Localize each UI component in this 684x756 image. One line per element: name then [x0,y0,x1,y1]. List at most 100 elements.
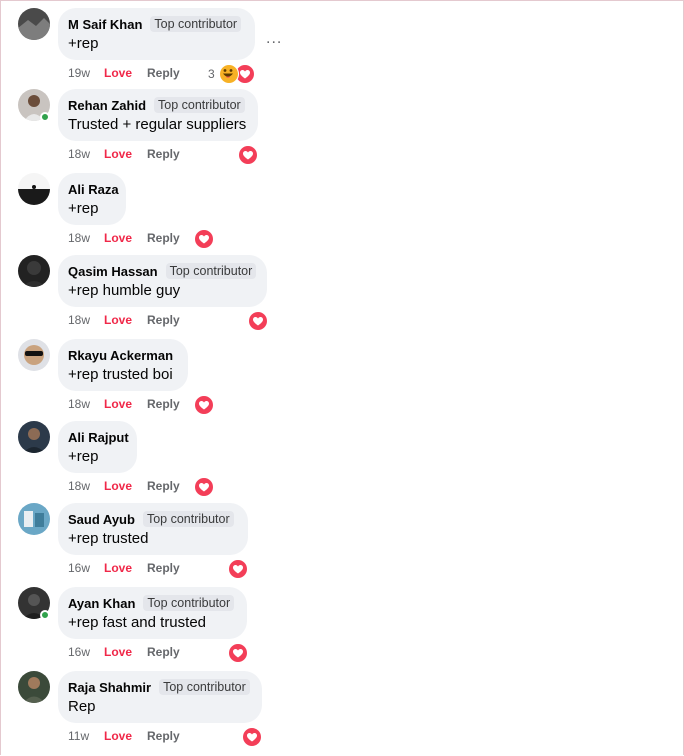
comment-bubble: M Saif Khan Top contributor +rep [58,8,255,60]
heart-icon [228,643,248,663]
commenter-name[interactable]: Ali Raza [68,182,119,197]
reaction-summary[interactable] [248,311,268,331]
reaction-summary[interactable] [194,477,214,497]
comment-timestamp[interactable]: 18w [68,397,104,411]
comment-text: +rep [68,448,99,465]
comment-actions: 18w Love Reply [68,479,180,493]
love-button[interactable]: Love [104,729,147,743]
reaction-summary[interactable] [242,727,262,747]
top-contributor-badge: Top contributor [165,263,257,279]
reply-button[interactable]: Reply [147,479,180,493]
commenter-name[interactable]: Saud Ayub [68,512,135,527]
heart-icon [238,145,258,165]
comment-actions: 18w Love Reply [68,147,180,161]
reaction-summary[interactable] [194,395,214,415]
comment-actions: 16w Love Reply [68,561,180,575]
comment-timestamp[interactable]: 16w [68,645,104,659]
comment-header: M Saif Khan Top contributor [68,15,243,33]
comment-text: +rep [68,35,99,52]
comment-text: +rep trusted [68,530,149,547]
commenter-name[interactable]: Raja Shahmir [68,680,151,695]
heart-icon [248,311,268,331]
comment-bubble: Raja Shahmir Top contributor Rep [58,671,262,723]
top-contributor-badge: Top contributor [143,595,235,611]
commenter-name[interactable]: Ayan Khan [68,596,135,611]
avatar[interactable] [18,503,50,535]
commenter-name[interactable]: Qasim Hassan [68,264,158,279]
commenter-name[interactable]: M Saif Khan [68,17,142,32]
online-status-dot [40,112,50,122]
commenter-name[interactable]: Ali Rajput [68,430,129,445]
love-button[interactable]: Love [104,231,147,245]
avatar[interactable] [18,421,50,453]
love-button[interactable]: Love [104,561,147,575]
avatar[interactable] [18,255,50,287]
avatar[interactable] [18,671,50,703]
reply-button[interactable]: Reply [147,645,180,659]
comment-text: +rep trusted boi [68,366,173,383]
comment-actions: 16w Love Reply [68,645,180,659]
comment-text: Trusted + regular suppliers [68,116,247,133]
reaction-summary[interactable]: 3 [208,64,255,84]
comment-header: Rkayu Ackerman [68,346,176,364]
comment-timestamp[interactable]: 18w [68,231,104,245]
commenter-name[interactable]: Rkayu Ackerman [68,348,173,363]
avatar[interactable] [18,339,50,371]
comment-timestamp[interactable]: 11w [68,729,104,743]
top-contributor-badge: Top contributor [142,511,234,527]
more-options-icon[interactable]: ... [266,30,282,48]
heart-icon [228,559,248,579]
heart-icon [242,727,262,747]
comment-timestamp[interactable]: 19w [68,66,104,80]
avatar[interactable] [18,173,50,205]
comment-timestamp[interactable]: 18w [68,313,104,327]
comment-bubble: Ali Raza +rep [58,173,126,225]
love-button[interactable]: Love [104,313,147,327]
love-button[interactable]: Love [104,397,147,411]
comment-timestamp[interactable]: 16w [68,561,104,575]
comment-bubble: Ali Rajput +rep [58,421,137,473]
reply-button[interactable]: Reply [147,231,180,245]
comment-bubble: Saud Ayub Top contributor +rep trusted [58,503,248,555]
comment-bubble: Ayan Khan Top contributor +rep fast and tr… [58,587,247,639]
reply-button[interactable]: Reply [147,397,180,411]
online-status-dot [40,610,50,620]
love-button[interactable]: Love [104,66,147,80]
comment-header: Rehan Zahid Top contributor [68,96,246,114]
comment-timestamp[interactable]: 18w [68,147,104,161]
comment-actions: 19w Love Reply [68,66,180,80]
heart-icon [194,229,214,249]
reply-button[interactable]: Reply [147,313,180,327]
comment-actions: 18w Love Reply [68,231,180,245]
love-button[interactable]: Love [104,147,147,161]
comment-actions: 18w Love Reply [68,313,180,327]
comment-header: Ayan Khan Top contributor [68,594,235,612]
reaction-summary[interactable] [238,145,258,165]
comment-text: +rep fast and trusted [68,614,207,631]
reply-button[interactable]: Reply [147,147,180,161]
reply-button[interactable]: Reply [147,66,180,80]
haha-icon [218,64,239,84]
comment-text: +rep [68,200,99,217]
love-button[interactable]: Love [104,645,147,659]
reply-button[interactable]: Reply [147,561,180,575]
top-contributor-badge: Top contributor [159,679,250,695]
comment-bubble: Rkayu Ackerman +rep trusted boi [58,339,188,391]
comment-header: Saud Ayub Top contributor [68,510,236,528]
love-button[interactable]: Love [104,479,147,493]
commenter-name[interactable]: Rehan Zahid [68,98,146,113]
comment-header: Ali Rajput [68,428,129,446]
reaction-count: 3 [208,67,215,81]
reaction-summary[interactable] [194,229,214,249]
reply-button[interactable]: Reply [147,729,180,743]
avatar[interactable] [18,8,50,40]
comment-bubble: Qasim Hassan Top contributor +rep humble g… [58,255,267,307]
comment-actions: 11w Love Reply [68,729,180,743]
reaction-summary[interactable] [228,559,248,579]
heart-icon [194,477,214,497]
comment-bubble: Rehan Zahid Top contributor Trusted + regu… [58,89,258,141]
comment-header: Qasim Hassan Top contributor [68,262,257,280]
reaction-summary[interactable] [228,643,248,663]
comment-header: Raja Shahmir Top contributor [68,678,250,696]
comment-timestamp[interactable]: 18w [68,479,104,493]
